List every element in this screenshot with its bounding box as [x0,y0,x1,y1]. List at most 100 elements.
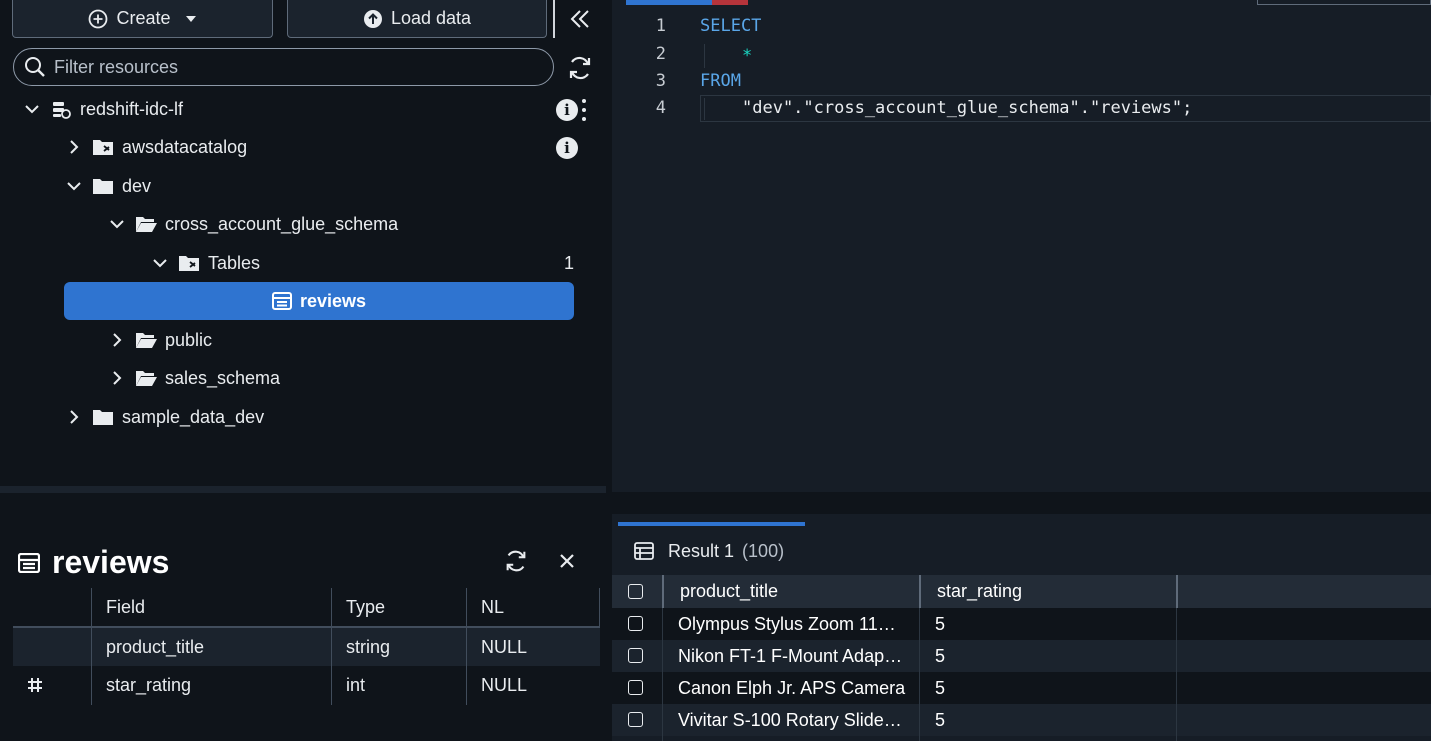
table-icon [634,542,654,560]
line-number: 4 [655,98,666,118]
collapse-panel-button[interactable] [562,2,598,36]
row-checkbox[interactable] [628,680,643,695]
tree-item-connection[interactable]: redshift-idc-lf [22,90,183,128]
code-line-from: FROM [700,71,741,91]
tables-count-badge: 1 [563,252,574,273]
tree-item-label: awsdatacatalog [122,136,248,157]
column-divider [331,588,332,705]
open-folder-icon [135,214,157,234]
tree-item-label: reviews [299,290,367,311]
connection-info-icon[interactable]: i [556,99,578,121]
shared-folder-icon [178,253,200,273]
tree-item-label: public [165,329,213,350]
table-row[interactable]: Nikon FT-1 F-Mount Adap… 5 [612,640,1431,672]
table-details-header: reviews [18,544,169,581]
tree-item-dev[interactable]: dev [64,167,151,205]
row-checkbox[interactable] [628,712,643,727]
tree-item-sample-data-dev[interactable]: sample_data_dev [64,398,264,436]
column-header-type: Type [346,596,386,617]
tree-item-label: sales_schema [165,367,281,388]
editor-results-resize-handle[interactable] [612,492,1431,514]
double-chevron-left-icon [570,10,589,28]
more-actions-icon[interactable] [580,99,588,121]
cell-product-title: Vivitar S-100 Rotary Slide… [678,709,902,730]
table-icon [271,292,292,310]
row-checkbox[interactable] [628,648,643,663]
tab-result-1[interactable]: Result 1 (100) [618,522,805,576]
result-header-star-rating[interactable]: star_rating [921,575,1176,608]
open-folder-icon [135,330,157,350]
create-button[interactable]: Create [12,0,273,38]
tree-item-schema[interactable]: cross_account_glue_schema [107,205,398,243]
caret-down-icon [185,15,196,22]
sql-editor[interactable]: 1 SELECT 2 * 3 FROM 4 "dev"."cross_accou… [612,8,1431,492]
field-nullable: NULL [481,674,528,695]
column-divider [599,588,600,628]
results-grid-header: product_title star_rating [612,575,1431,608]
field-type: string [346,636,391,657]
chevron-down-icon [64,176,84,196]
tree-item-reviews-selected[interactable]: reviews [64,282,574,320]
code-line-star: * [742,46,753,66]
refresh-icon[interactable] [503,548,529,574]
tree-item-public[interactable]: public [107,321,212,359]
indent-guide [704,44,705,68]
chevron-right-icon [64,407,84,427]
table-icon [18,552,40,573]
tree-item-label: sample_data_dev [122,406,265,427]
search-icon [25,57,45,77]
filter-resources-input[interactable] [54,56,534,78]
catalog-info-icon[interactable]: i [556,137,578,159]
column-divider [466,588,467,705]
folder-icon [92,407,114,427]
line-number: 2 [655,44,666,64]
tree-item-tables[interactable]: Tables 1 [150,244,580,282]
select-all-checkbox[interactable] [628,584,643,599]
tree-item-label: redshift-idc-lf [80,98,184,119]
chevron-right-icon [64,137,84,157]
table-row[interactable]: Vivitar S-100 Rotary Slide… 5 [612,704,1431,736]
close-icon[interactable] [556,550,578,572]
table-row[interactable]: star_rating int NULL [13,666,600,704]
tree-item-sales-schema[interactable]: sales_schema [107,359,280,397]
load-data-button[interactable]: Load data [287,0,547,38]
row-checkbox[interactable] [628,616,643,631]
run-button-edge[interactable] [626,0,712,5]
field-nullable: NULL [481,636,528,657]
chevron-down-icon [150,253,170,273]
result-header-product-title[interactable]: product_title [664,575,919,608]
chevron-right-icon [107,368,127,388]
column-divider [1176,575,1178,608]
selector-edge[interactable] [1257,0,1431,5]
table-row[interactable]: Canon Elph Jr. APS Camera 5 [612,672,1431,704]
resource-panel: Create Load data Filter resources redshi… [0,0,606,741]
folder-icon [92,176,114,196]
query-panel: 1 SELECT 2 * 3 FROM 4 "dev"."cross_accou… [612,0,1431,741]
table-row[interactable]: product_title string NULL [13,628,600,666]
upload-circle-icon [363,9,382,28]
plus-circle-icon [89,9,108,28]
cluster-icon [50,99,72,119]
cell-product-title: Nikon FT-1 F-Mount Adap… [678,645,903,666]
table-details-title: reviews [52,544,170,580]
cell-product-title: Canon Elph Jr. APS Camera [678,677,906,698]
cancel-button-edge[interactable] [712,0,748,5]
table-row[interactable]: Olympus Stylus Zoom 11… 5 [612,608,1431,640]
chevron-right-icon [107,330,127,350]
panel-resize-handle[interactable] [0,486,606,493]
column-header-nl: NL [481,596,505,617]
cell-star-rating: 5 [935,709,946,730]
tab-label: Result 1 [668,540,735,561]
columns-table-header: Field Type NL [13,588,600,628]
column-divider [919,608,920,741]
field-name: star_rating [106,674,192,695]
cell-product-title: Olympus Stylus Zoom 11… [678,613,896,634]
cell-star-rating: 5 [935,613,946,634]
line-number: 3 [655,71,666,91]
refresh-icon[interactable] [566,54,594,82]
chevron-down-icon [107,214,127,234]
chevron-down-icon [22,99,42,119]
tree-item-awsdatacatalog[interactable]: awsdatacatalog [64,128,247,166]
tree-item-label: dev [122,175,152,196]
indent-guide [704,98,705,120]
